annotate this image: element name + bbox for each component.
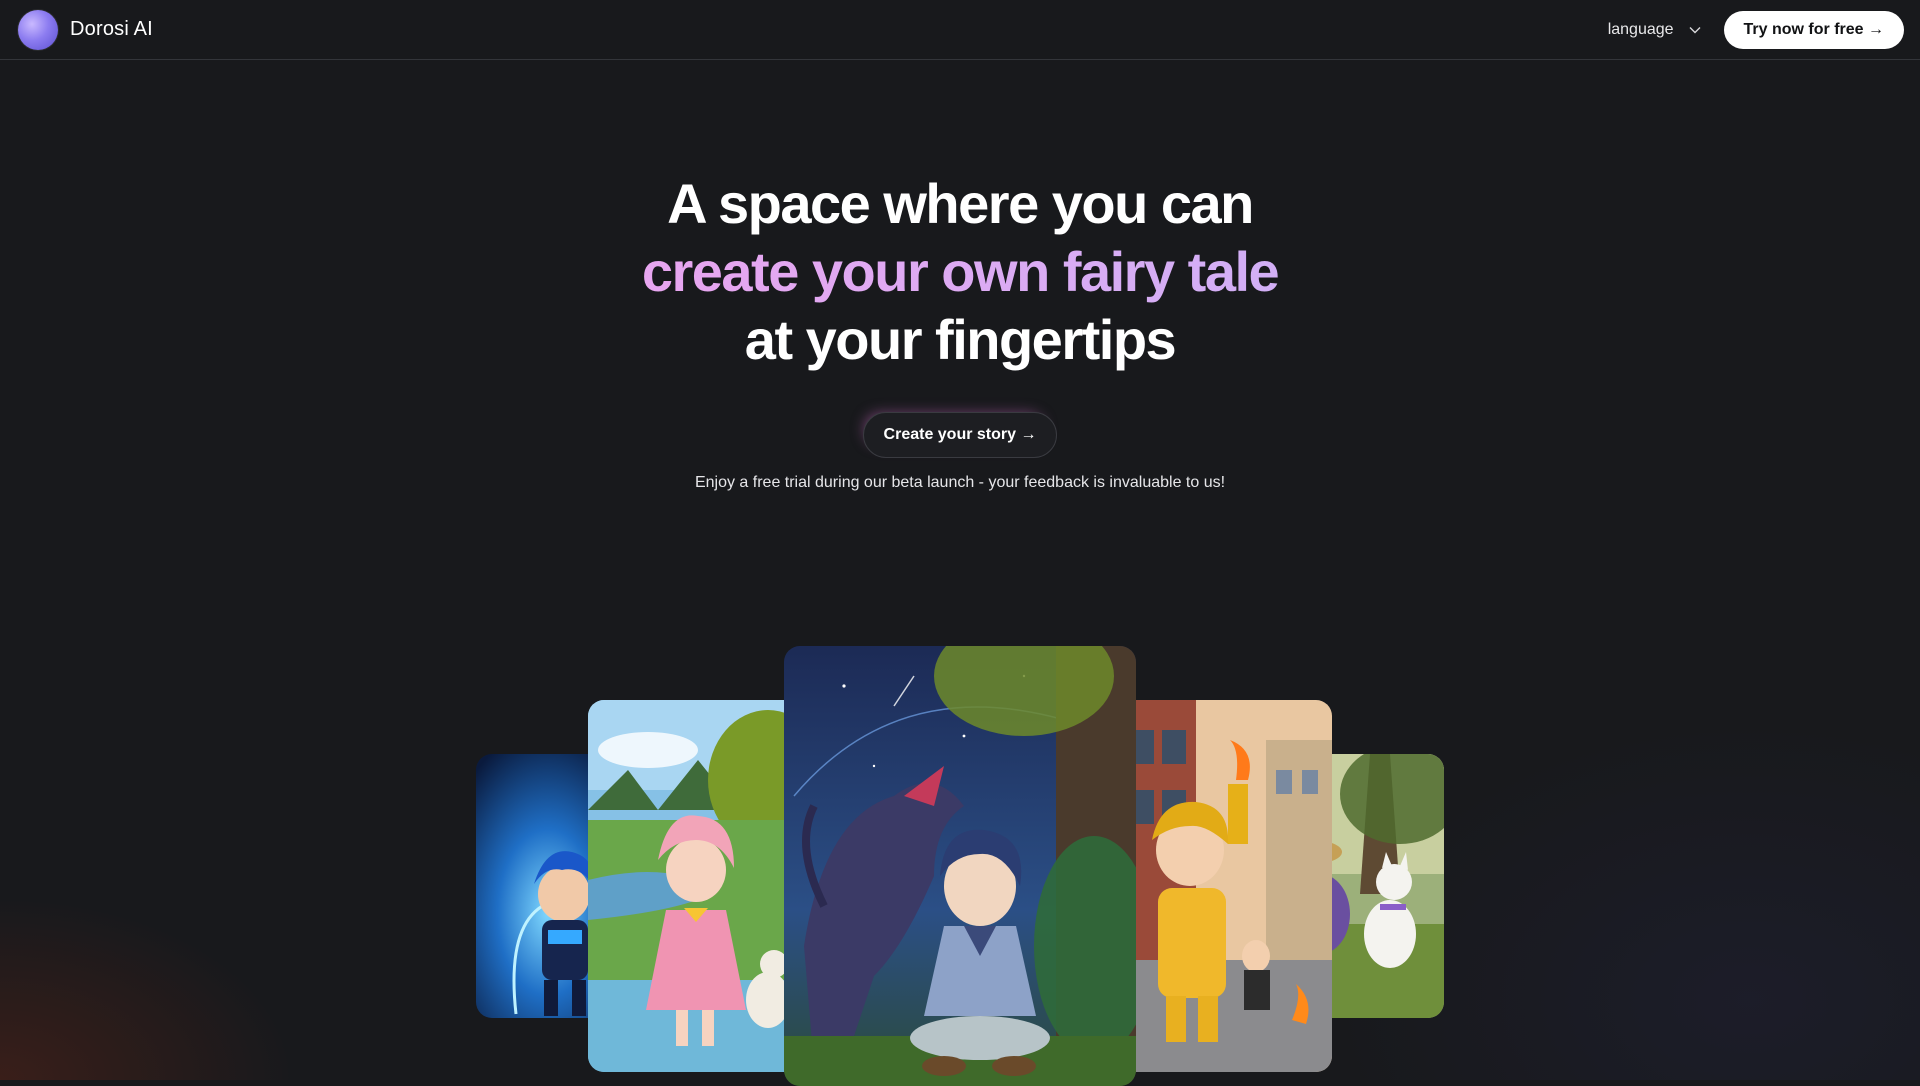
create-story-button[interactable]: Create your story →	[862, 412, 1058, 458]
hero-headline: A space where you can create your own fa…	[0, 170, 1920, 374]
language-label: language	[1607, 20, 1674, 38]
pink-girl-illustration	[588, 700, 804, 1072]
headline-line-3: at your fingertips	[744, 308, 1177, 371]
chevron-down-icon	[1689, 26, 1701, 33]
nav-actions: language Try now for free →	[1608, 10, 1904, 49]
brand-name: Dorosi AI	[70, 18, 153, 40]
boy-dragon-illustration	[784, 646, 1136, 1086]
story-card-firefighter[interactable]	[1116, 700, 1332, 1072]
beta-note: Enjoy a free trial during our beta launc…	[694, 474, 1226, 491]
logo-icon	[18, 9, 58, 50]
story-card-boy-with-dragon[interactable]	[784, 646, 1136, 1086]
headline-line-1: A space where you can	[667, 172, 1254, 235]
language-selector[interactable]: language	[1608, 21, 1702, 39]
story-card-pink-girl[interactable]	[588, 700, 804, 1072]
hero-section: A space where you can create your own fa…	[0, 170, 1920, 492]
brand[interactable]: Dorosi AI	[18, 9, 153, 50]
firefighter-illustration	[1116, 700, 1332, 1072]
headline-line-2: create your own fairy tale	[0, 238, 1920, 306]
top-navigation: Dorosi AI language Try now for free →	[0, 0, 1920, 60]
try-now-button[interactable]: Try now for free →	[1723, 10, 1904, 49]
